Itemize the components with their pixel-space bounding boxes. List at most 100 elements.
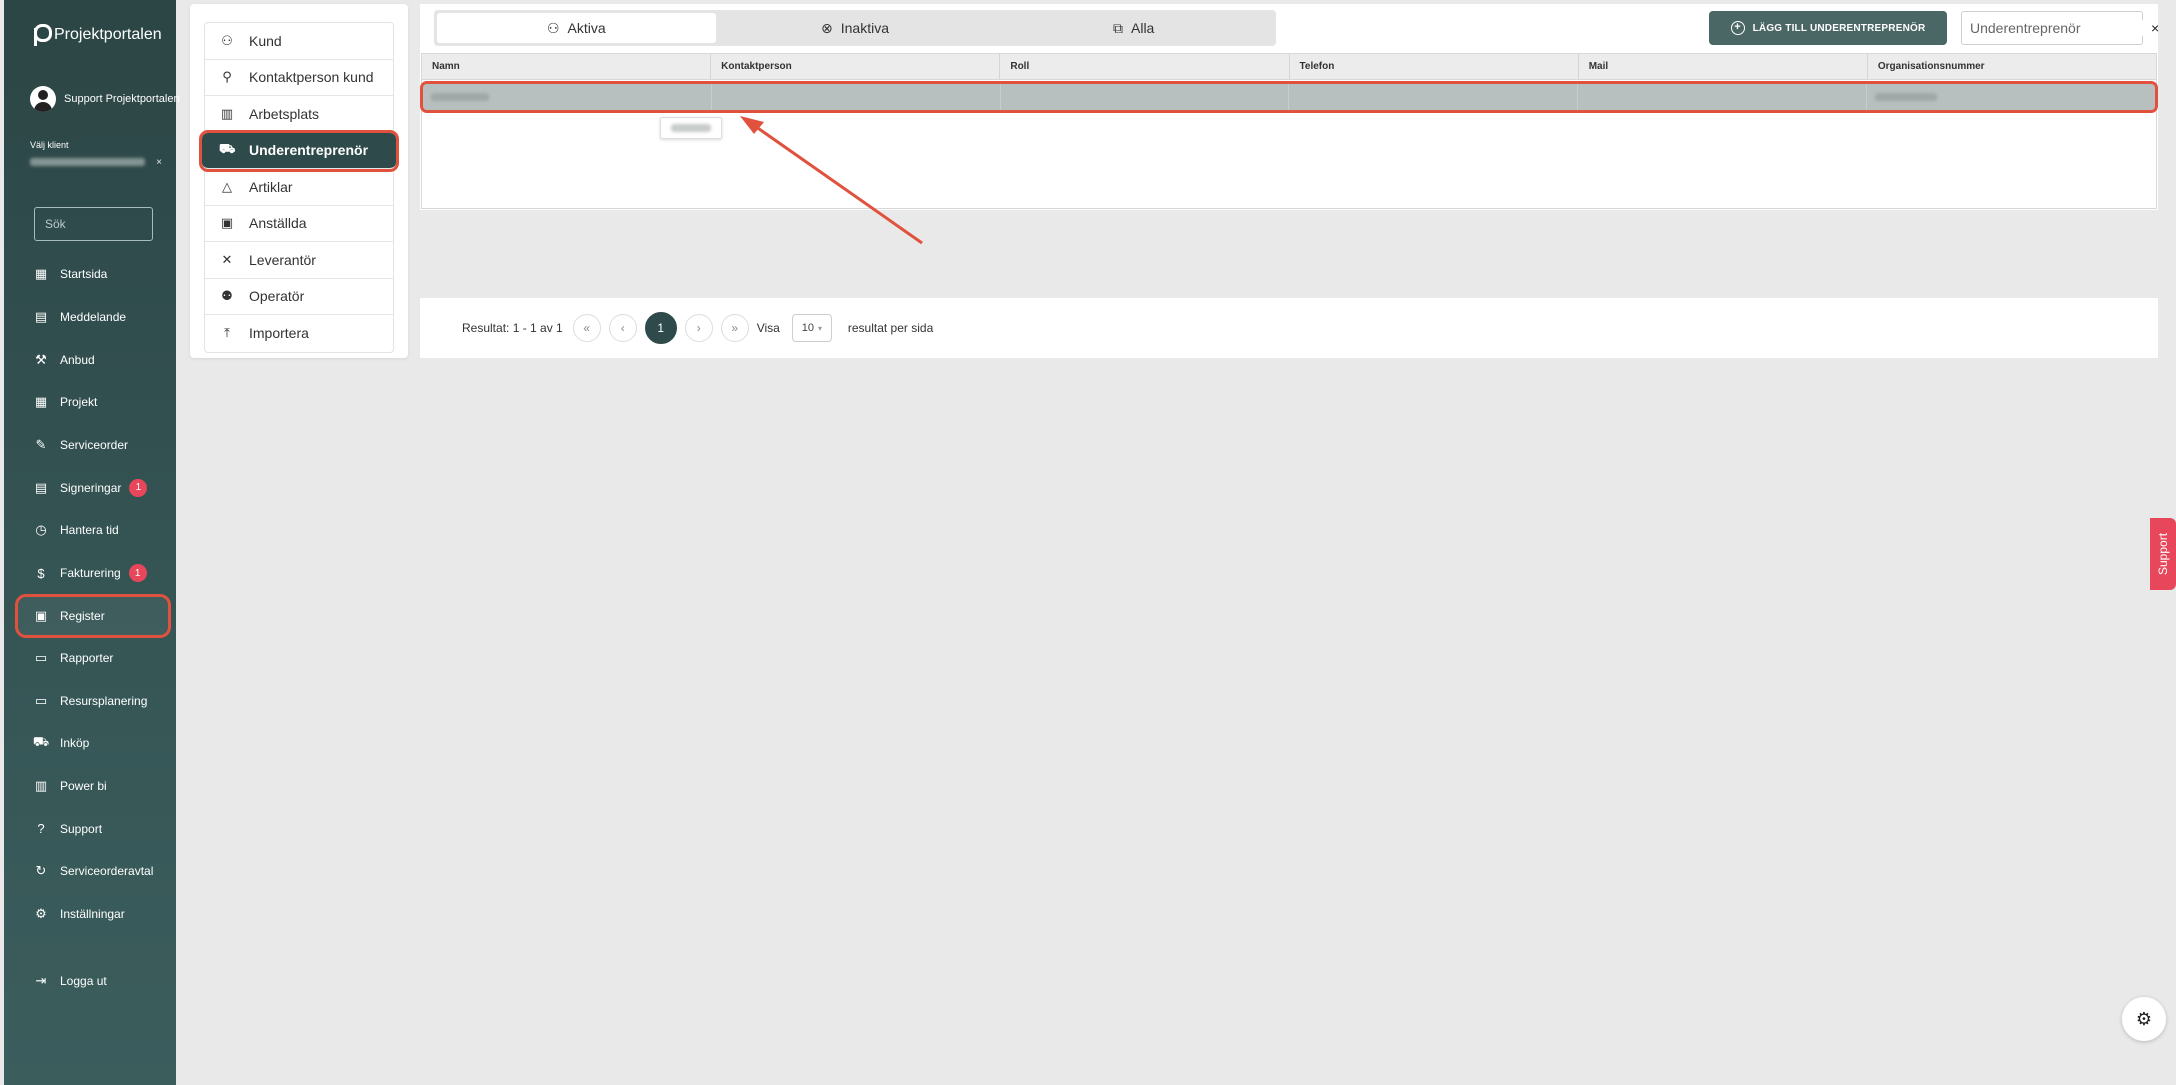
sidebar-spacer: [18, 935, 168, 959]
contact-search-icon: ⚲: [222, 69, 232, 85]
sidebar-item-rapporter[interactable]: ▭ Rapporter: [18, 637, 168, 680]
settings-fab[interactable]: ⚙: [2122, 997, 2166, 1041]
sidebar-search-input[interactable]: [34, 207, 153, 241]
sidebar-item-fakturering[interactable]: $ Fakturering 1: [18, 552, 168, 595]
tab-alla[interactable]: ⧉ Alla: [994, 13, 1273, 43]
copy-icon: ⧉: [1113, 19, 1123, 36]
clear-filter-icon[interactable]: ×: [2151, 20, 2159, 36]
wrench-icon: ✎: [35, 437, 47, 453]
cart-icon: ⛟: [32, 734, 50, 750]
register-item-label: Kund: [249, 32, 282, 49]
sidebar-item-label: Rapporter: [60, 650, 114, 665]
register-icon: ▣: [34, 607, 48, 623]
column-header-namn[interactable]: Namn: [422, 54, 712, 79]
register-item-label: Importera: [249, 325, 309, 342]
column-header-organisationsnummer[interactable]: Organisationsnummer: [1868, 54, 2156, 79]
avatar: [30, 86, 56, 112]
redacted-text: [1875, 93, 1938, 101]
column-header-roll[interactable]: Roll: [1000, 54, 1290, 79]
register-item-label: Arbetsplats: [249, 105, 320, 122]
subcontractor-table: Namn Kontaktperson Roll Telefon Mail Org…: [420, 53, 2158, 209]
sidebar-item-label: Hantera tid: [60, 523, 119, 538]
register-item-anstallda[interactable]: ▣ Anställda: [205, 206, 393, 242]
sidebar-item-projekt[interactable]: ▦ Projekt: [18, 381, 168, 424]
cell-organisationsnummer: [1867, 84, 2155, 110]
register-menu: ⚇ Kund ⚲ Kontaktperson kund ▥ Arbetsplats ⛟…: [190, 4, 408, 358]
person-icon: ⚇: [546, 19, 560, 36]
sidebar-nav: ▦ Startsida ▤ Meddelande ⚒ Anbud ▦ Projekt ✎…: [15, 253, 171, 1002]
sidebar-item-logout[interactable]: ⇥ Logga ut: [18, 959, 168, 1002]
per-page-select[interactable]: 10 ▾: [791, 314, 832, 342]
column-header-kontaktperson[interactable]: Kontaktperson: [711, 54, 1001, 79]
sidebar-item-label: Resursplanering: [60, 693, 148, 708]
register-item-operator[interactable]: ⚉ Operatör: [205, 279, 393, 315]
people-icon: ⚇: [221, 32, 233, 48]
subcontractor-filter-input[interactable]: [1970, 20, 2151, 36]
register-item-artiklar[interactable]: △ Artiklar: [205, 169, 393, 206]
notification-badge: 1: [128, 564, 147, 583]
last-page-button[interactable]: »: [720, 314, 749, 342]
sidebar-item-label: Fakturering: [60, 566, 121, 581]
table-row[interactable]: [420, 81, 2158, 113]
cell-mail: [1578, 84, 1868, 110]
register-item-kund[interactable]: ⚇ Kund: [205, 23, 393, 60]
client-label: Välj klient: [30, 140, 69, 150]
dashboard-icon: ▦: [34, 266, 48, 282]
sidebar-item-signeringar[interactable]: ▤ Signeringar 1: [18, 466, 168, 509]
table-header: Namn Kontaktperson Roll Telefon Mail Org…: [422, 54, 2156, 80]
tab-inaktiva[interactable]: ⊗ Inaktiva: [716, 13, 995, 43]
page-button-current[interactable]: 1: [644, 312, 677, 344]
sidebar-item-inkop[interactable]: ⛟ Inköp: [18, 722, 168, 765]
sidebar-item-startsida[interactable]: ▦ Startsida: [18, 253, 168, 296]
column-header-telefon[interactable]: Telefon: [1290, 54, 1579, 79]
support-tab[interactable]: Support: [2150, 518, 2176, 590]
app-name: Projektportalen: [54, 26, 162, 43]
sidebar-item-hantera-tid[interactable]: ◷ Hantera tid: [18, 509, 168, 552]
logout-icon: ⇥: [35, 972, 47, 988]
user-profile[interactable]: Support Projektportalen: [30, 86, 180, 112]
sidebar-item-anbud[interactable]: ⚒ Anbud: [18, 338, 168, 381]
x-circle-icon: ⊗: [821, 19, 833, 36]
register-item-label: Artiklar: [249, 178, 293, 195]
clear-client-icon[interactable]: ×: [156, 157, 162, 168]
shapes-icon: △: [222, 178, 232, 194]
sidebar-item-installningar[interactable]: ⚙ Inställningar: [18, 893, 168, 936]
client-select[interactable]: ×: [30, 156, 162, 168]
user-name: Support Projektportalen: [64, 93, 180, 105]
gavel-icon: ⚒: [35, 351, 47, 367]
help-icon: ?: [37, 821, 45, 837]
cell-namn: [423, 84, 712, 110]
pagination: Resultat: 1 - 1 av 1 « ‹ 1 › » Visa 10 ▾ …: [420, 298, 2158, 358]
building-icon: ▥: [220, 105, 234, 121]
sidebar-item-serviceorderavtal[interactable]: ↻ Serviceorderavtal: [18, 850, 168, 893]
register-item-kontaktperson-kund[interactable]: ⚲ Kontaktperson kund: [205, 60, 393, 96]
sidebar-item-meddelande[interactable]: ▤ Meddelande: [18, 296, 168, 339]
sidebar-item-label: Inköp: [60, 736, 90, 751]
register-item-label: Anställda: [249, 215, 307, 232]
register-item-leverantor[interactable]: ✕ Leverantör: [205, 242, 393, 279]
app-logo[interactable]: Projektportalen: [32, 22, 162, 48]
calendar-icon: ▭: [34, 649, 48, 665]
sidebar-item-label: Signeringar: [60, 480, 122, 495]
logo-icon: [32, 22, 52, 48]
register-item-importera[interactable]: ⤒ Importera: [205, 315, 393, 352]
sidebar-item-label: Inställningar: [60, 906, 125, 921]
column-header-mail[interactable]: Mail: [1579, 54, 1868, 79]
register-item-label: Leverantör: [249, 251, 316, 268]
prev-page-button[interactable]: ‹: [608, 314, 637, 342]
sidebar-item-register[interactable]: ▣ Register: [15, 593, 171, 638]
register-item-arbetsplats[interactable]: ▥ Arbetsplats: [205, 96, 393, 133]
first-page-button[interactable]: «: [572, 314, 601, 342]
tab-label: Alla: [1131, 20, 1155, 36]
sidebar-item-support[interactable]: ? Support: [18, 807, 168, 850]
sidebar-item-label: Power bi: [60, 778, 107, 793]
sidebar-item-power-bi[interactable]: ▥ Power bi: [18, 765, 168, 808]
sidebar-item-serviceorder[interactable]: ✎ Serviceorder: [18, 424, 168, 467]
register-item-underentreprenor[interactable]: ⛟ Underentreprenör: [199, 129, 399, 172]
next-page-button[interactable]: ›: [684, 314, 713, 342]
sidebar-item-resursplanering[interactable]: ▭ Resursplanering: [18, 679, 168, 722]
tab-aktiva[interactable]: ⚇ Aktiva: [437, 13, 716, 43]
add-subcontractor-button[interactable]: + LÄGG TILL UNDERENTREPRENÖR: [1709, 11, 1947, 45]
truck-icon: ⛟: [219, 141, 236, 157]
signature-icon: ▤: [34, 479, 48, 495]
